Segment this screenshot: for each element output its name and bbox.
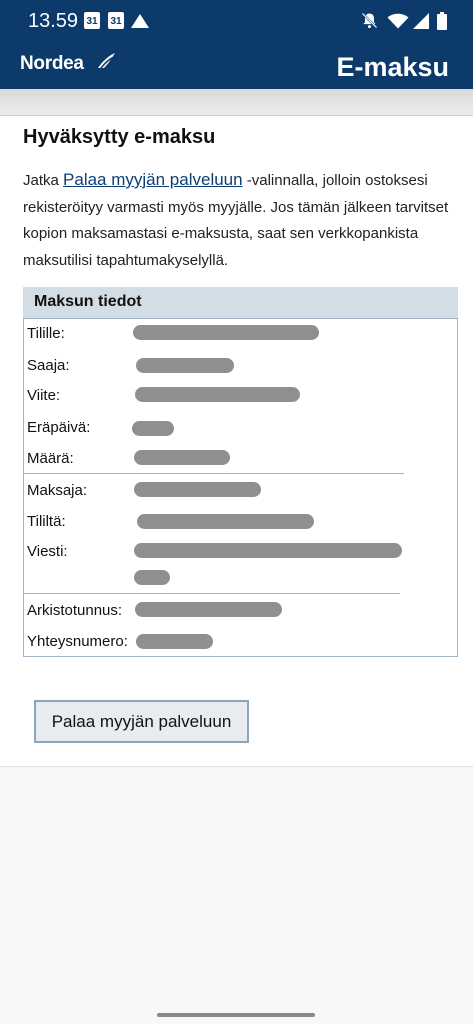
nordea-logo: Nordea: [20, 53, 84, 74]
detail-label-message: Viesti:: [27, 543, 68, 560]
redacted-value: [134, 570, 170, 585]
wifi-icon: [387, 13, 409, 29]
return-to-merchant-button[interactable]: Palaa myyjän palveluun: [34, 700, 249, 743]
redacted-value: [137, 514, 314, 529]
payment-details-box: Tilille: Saaja: Viite: Eräpäivä: Määrä: …: [23, 318, 458, 657]
divider-strip: [0, 89, 473, 116]
redacted-value: [135, 387, 300, 402]
intro-text: Jatka Palaa myyjän palveluun -valinnalla…: [23, 167, 463, 274]
redacted-value: [134, 543, 402, 558]
main-content: Hyväksytty e-maksu Jatka Palaa myyjän pa…: [0, 117, 473, 767]
page-title: E-maksu: [336, 52, 449, 82]
intro-text-start: Jatka: [23, 172, 64, 189]
status-bar: 13.59 31 31: [0, 0, 473, 42]
signal-icon: [413, 13, 429, 29]
detail-label-reference: Viite:: [27, 387, 61, 404]
app-header: Nordea E-maksu: [0, 42, 473, 89]
gesture-navigation-bar[interactable]: [157, 1013, 315, 1017]
payment-details-header: Maksun tiedot: [23, 287, 458, 318]
warning-triangle-icon: [131, 14, 149, 28]
return-to-merchant-link[interactable]: Palaa myyjän palveluun: [63, 170, 243, 189]
payment-details-title: Maksun tiedot: [34, 293, 142, 310]
detail-label-account-to: Tilille:: [27, 325, 65, 342]
detail-label-archive-id: Arkistotunnus:: [27, 602, 123, 619]
redacted-value: [133, 325, 319, 340]
detail-label-due-date: Eräpäivä:: [27, 419, 91, 436]
redacted-value: [136, 358, 234, 373]
status-time: 13.59: [28, 10, 79, 32]
redacted-value: [135, 602, 282, 617]
detail-label-recipient: Saaja:: [27, 357, 70, 374]
redacted-value: [134, 482, 261, 497]
battery-icon: [437, 12, 447, 30]
detail-label-contact-number: Yhteysnumero:: [27, 633, 128, 650]
redacted-value: [134, 450, 230, 465]
calendar-icon: 31: [84, 12, 100, 29]
detail-label-account-from: Tililtä:: [27, 513, 66, 530]
detail-label-amount: Määrä:: [27, 450, 74, 467]
nordea-logo-mark-icon: [98, 53, 115, 69]
section-divider: [24, 593, 400, 594]
calendar-icon: 31: [108, 12, 124, 29]
redacted-value: [132, 421, 174, 436]
confirmation-heading: Hyväksytty e-maksu: [23, 126, 216, 148]
notifications-muted-icon: [361, 12, 378, 29]
payment-details: Maksun tiedot Tilille: Saaja: Viite: Erä…: [23, 287, 458, 657]
redacted-value: [136, 634, 213, 649]
detail-label-payer: Maksaja:: [27, 482, 88, 499]
section-divider: [24, 473, 404, 474]
